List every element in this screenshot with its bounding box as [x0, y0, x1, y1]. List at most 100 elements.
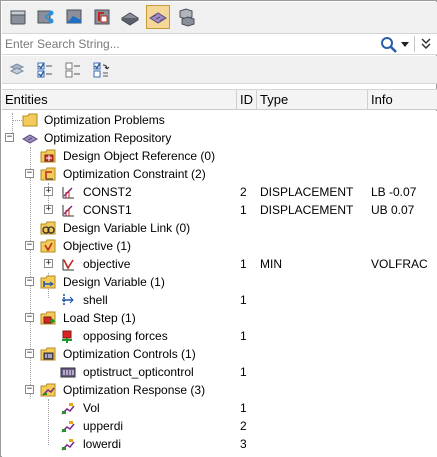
constraint-folder-icon	[40, 167, 56, 181]
loadstep-icon	[62, 330, 72, 343]
tree-label: Design Object Reference (0)	[63, 149, 216, 163]
row-id: 1	[240, 329, 247, 343]
row-info: UB 0.07	[371, 203, 415, 217]
tree-label: Vol	[83, 401, 100, 415]
tree-label: Objective (1)	[63, 239, 132, 253]
browser-toolbar	[2, 2, 437, 34]
column-header-entities[interactable]: Entities	[2, 90, 237, 110]
collapse-toggle[interactable]: −	[25, 277, 34, 286]
row-id: 2	[240, 185, 247, 199]
entity-tree: Optimization Problems − Optimization Rep…	[2, 111, 437, 457]
row-info: VOLFRAC	[371, 257, 428, 271]
tree-row-shell[interactable]: shell 1	[2, 291, 437, 309]
expand-toggle[interactable]: +	[44, 187, 53, 196]
tree-label: opposing forces	[83, 329, 168, 343]
tree-row-opposing-forces[interactable]: opposing forces 1	[2, 327, 437, 345]
parts-view-icon	[179, 8, 195, 27]
connector-view-icon	[37, 10, 54, 24]
collapse-toggle[interactable]: −	[25, 385, 34, 394]
collapse-toggle[interactable]: −	[25, 169, 34, 178]
constraint-icon	[62, 187, 74, 199]
tree-label: Load Step (1)	[63, 311, 136, 325]
repository-icon	[22, 134, 38, 144]
tree-row-upperdi[interactable]: upperdi 2	[2, 417, 437, 435]
tree-label: Design Variable Link (0)	[63, 221, 191, 235]
optimization-view-button[interactable]	[146, 5, 170, 29]
response-icon	[61, 439, 75, 451]
constraint-icon	[62, 205, 74, 217]
results-view-button[interactable]	[90, 5, 114, 29]
row-id: 1	[240, 257, 247, 271]
model-view-button[interactable]	[62, 5, 86, 29]
tree-row-lowerdi[interactable]: lowerdi 3	[2, 435, 437, 453]
tree-row-optimization-controls[interactable]: − Optimization Controls (1)	[2, 345, 437, 363]
collapse-toggle[interactable]: −	[25, 241, 34, 250]
search-bar	[2, 34, 437, 55]
tree-row-optimization-response[interactable]: − Optimization Response (3)	[2, 381, 437, 399]
connector-view-button[interactable]	[34, 5, 58, 29]
double-chevron-down-icon[interactable]	[420, 37, 432, 51]
tree-row-const1[interactable]: + CONST1 1 DISPLACEMENT UB 0.07	[2, 201, 437, 219]
tree-row-optimization-repository[interactable]: − Optimization Repository	[2, 129, 437, 147]
row-type: DISPLACEMENT	[260, 203, 354, 217]
row-type: DISPLACEMENT	[260, 185, 354, 199]
refresh-list-icon	[93, 62, 110, 78]
tree-row-design-variable[interactable]: − Design Variable (1)	[2, 273, 437, 291]
tree-list-button[interactable]	[62, 59, 84, 81]
tree-row-objective[interactable]: − Objective (1)	[2, 237, 437, 255]
controls-folder-icon	[40, 347, 56, 361]
response-folder-icon	[40, 383, 56, 397]
check-list-button[interactable]	[34, 59, 56, 81]
row-id: 1	[240, 401, 247, 415]
response-icon	[61, 403, 75, 415]
search-icon[interactable]	[380, 36, 398, 54]
tree-list-icon	[65, 62, 80, 78]
list-toolbar	[2, 56, 437, 84]
tree-row-objective-item[interactable]: + objective 1 MIN VOLFRAC	[2, 255, 437, 273]
row-id: 3	[240, 437, 247, 451]
tree-row-optimization-problems[interactable]: Optimization Problems	[2, 111, 437, 129]
design-variable-icon	[62, 294, 74, 306]
search-input[interactable]	[5, 35, 375, 53]
tree-label: Optimization Repository	[44, 131, 172, 145]
expand-toggle[interactable]: +	[44, 259, 53, 268]
search-options-dropdown-icon[interactable]	[400, 39, 410, 49]
refresh-list-button[interactable]	[90, 59, 112, 81]
tree-label: CONST2	[83, 185, 132, 199]
tree-row-optistruct-opticontrol[interactable]: optistruct_opticontrol 1	[2, 363, 437, 381]
row-id: 1	[240, 293, 247, 307]
tree-row-optimization-constraint[interactable]: − Optimization Constraint (2)	[2, 165, 437, 183]
objective-icon	[62, 259, 74, 271]
collapse-all-icon	[9, 63, 25, 75]
row-id: 1	[240, 203, 247, 217]
collapse-toggle[interactable]: −	[5, 133, 14, 142]
tree-label: upperdi	[83, 419, 124, 433]
expand-toggle[interactable]: +	[44, 205, 53, 214]
objective-folder-icon	[40, 239, 56, 253]
tree-row-load-step[interactable]: − Load Step (1)	[2, 309, 437, 327]
folder-icon	[22, 113, 38, 127]
design-object-icon	[40, 149, 56, 163]
tree-row-design-variable-link[interactable]: Design Variable Link (0)	[2, 219, 437, 237]
collapse-all-button[interactable]	[6, 59, 28, 81]
tree-label: shell	[83, 293, 108, 307]
solver-view-icon	[121, 12, 139, 26]
entity-view-button[interactable]	[6, 5, 30, 29]
column-header-type[interactable]: Type	[257, 90, 368, 110]
collapse-toggle[interactable]: −	[25, 349, 34, 358]
optimization-view-icon	[149, 12, 167, 24]
dv-link-icon	[40, 221, 56, 235]
collapse-toggle[interactable]: −	[25, 313, 34, 322]
opticontrol-icon	[60, 367, 76, 378]
entity-view-icon	[10, 10, 26, 25]
solver-view-button[interactable]	[118, 5, 142, 29]
row-info: LB -0.07	[371, 185, 417, 199]
tree-row-design-object-reference[interactable]: Design Object Reference (0)	[2, 147, 437, 165]
column-header-id[interactable]: ID	[237, 90, 257, 110]
tree-label: Optimization Problems	[44, 113, 165, 127]
column-header-info[interactable]: Info	[368, 90, 437, 110]
check-list-icon	[37, 62, 52, 78]
tree-row-vol[interactable]: Vol 1	[2, 399, 437, 417]
parts-view-button[interactable]	[174, 5, 198, 29]
tree-row-const2[interactable]: + CONST2 2 DISPLACEMENT LB -0.07	[2, 183, 437, 201]
